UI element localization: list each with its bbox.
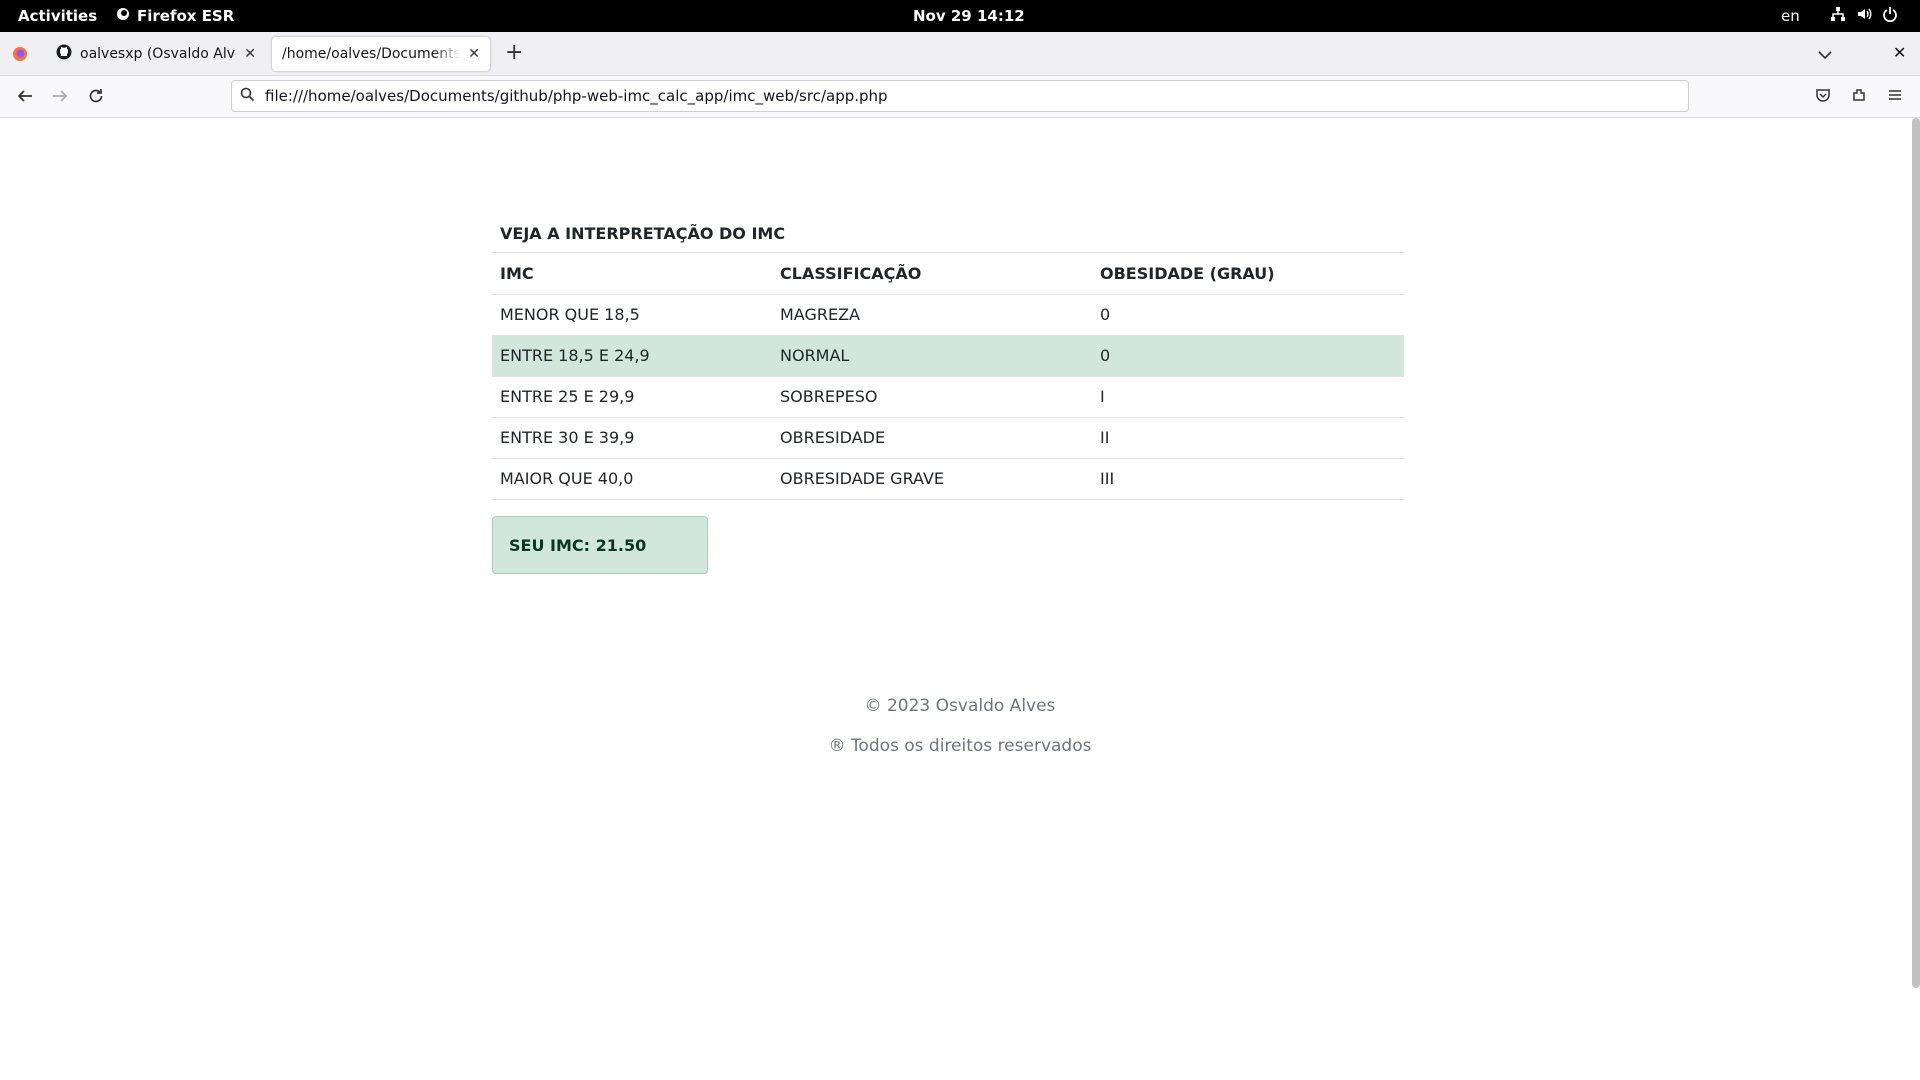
tab-app-php[interactable]: /home/oalves/Documents/github/php-web-im… (272, 37, 490, 71)
cell-imc: ENTRE 25 E 29,9 (492, 376, 772, 418)
nav-bar: file:///home/oalves/Documents/github/php… (0, 76, 1920, 118)
firefox-icon (116, 7, 130, 25)
footer-copyright: © 2023 Osvaldo Alves (864, 696, 1056, 716)
table-row: ENTRE 30 E 39,9 OBRESIDADE II (492, 417, 1404, 459)
close-tab-icon[interactable]: ✕ (468, 46, 480, 62)
cell-grade: I (1092, 376, 1404, 418)
table-row: ENTRE 25 E 29,9 SOBREPESO I (492, 376, 1404, 418)
github-icon (56, 44, 72, 64)
volume-icon (1856, 6, 1872, 22)
back-icon[interactable] (16, 87, 34, 105)
table-header-row: IMC CLASSIFICAÇÃO OBESIDADE (GRAU) (492, 253, 1404, 295)
header-classification: CLASSIFICAÇÃO (772, 253, 1092, 295)
table-title: VEJA A INTERPRETAÇÃO DO IMC (492, 214, 1404, 253)
cell-classification: MAGREZA (772, 294, 1092, 336)
table-row: MAIOR QUE 40,0 OBRESIDADE GRAVE III (492, 458, 1404, 500)
app-name: Firefox ESR (137, 7, 235, 25)
cell-grade: 0 (1092, 294, 1404, 336)
imc-table: IMC CLASSIFICAÇÃO OBESIDADE (GRAU) MENOR… (492, 253, 1404, 500)
header-obesity-grade: OBESIDADE (GRAU) (1092, 253, 1404, 295)
cell-classification: SOBREPESO (772, 376, 1092, 418)
imc-result-alert: SEU IMC: 21.50 (492, 516, 708, 574)
clock[interactable]: Nov 29 14:12 (913, 7, 1025, 25)
cell-classification: NORMAL (772, 335, 1092, 377)
menu-icon[interactable] (1887, 87, 1903, 103)
keyboard-language[interactable]: en (1781, 7, 1800, 25)
cell-imc: MAIOR QUE 40,0 (492, 458, 772, 500)
tab-label: oalvesxp (Osvaldo Alves) (80, 46, 236, 62)
tab-github[interactable]: oalvesxp (Osvaldo Alves) ✕ (46, 37, 266, 71)
firefox-view-icon[interactable] (12, 46, 28, 66)
url-text: file:///home/oalves/Documents/github/php… (265, 87, 888, 105)
cell-imc: MENOR QUE 18,5 (492, 294, 772, 336)
new-tab-button[interactable]: + (505, 42, 523, 64)
footer-rights: ® Todos os direitos reservados (828, 736, 1092, 756)
footer: © 2023 Osvaldo Alves ® Todos os direitos… (0, 686, 1920, 766)
page-scrollbar[interactable] (1912, 118, 1920, 988)
list-all-tabs-icon[interactable] (1818, 45, 1832, 64)
imc-table-panel: VEJA A INTERPRETAÇÃO DO IMC IMC CLASSIFI… (492, 214, 1404, 500)
cell-classification: OBRESIDADE (772, 417, 1092, 459)
network-icon (1830, 6, 1846, 22)
tab-label: /home/oalves/Documents/github/php-web-im… (282, 46, 461, 62)
cell-imc: ENTRE 18,5 E 24,9 (492, 335, 772, 377)
header-imc: IMC (492, 253, 772, 295)
table-row: MENOR QUE 18,5 MAGREZA 0 (492, 294, 1404, 336)
page-content: VEJA A INTERPRETAÇÃO DO IMC IMC CLASSIFI… (0, 118, 1920, 1080)
close-tab-icon[interactable]: ✕ (244, 46, 256, 62)
system-status-area[interactable] (1830, 6, 1898, 22)
power-icon (1882, 6, 1898, 22)
cell-grade: 0 (1092, 335, 1404, 377)
url-bar[interactable]: file:///home/oalves/Documents/github/php… (231, 80, 1689, 112)
search-icon (240, 87, 255, 106)
cell-grade: III (1092, 458, 1404, 500)
system-top-bar: Activities Firefox ESR Nov 29 14:12 en (0, 0, 1920, 32)
activities-button[interactable]: Activities (18, 7, 97, 25)
reload-icon[interactable] (87, 87, 105, 105)
forward-icon[interactable] (51, 87, 69, 105)
pocket-icon[interactable] (1815, 87, 1831, 103)
tab-bar: oalvesxp (Osvaldo Alves) ✕ /home/oalves/… (0, 32, 1920, 76)
cell-grade: II (1092, 417, 1404, 459)
table-row-highlighted: ENTRE 18,5 E 24,9 NORMAL 0 (492, 335, 1404, 377)
cell-classification: OBRESIDADE GRAVE (772, 458, 1092, 500)
cell-imc: ENTRE 30 E 39,9 (492, 417, 772, 459)
extensions-icon[interactable] (1851, 87, 1867, 103)
app-menu[interactable]: Firefox ESR (116, 7, 234, 25)
window-close-button[interactable]: ✕ (1893, 43, 1906, 62)
